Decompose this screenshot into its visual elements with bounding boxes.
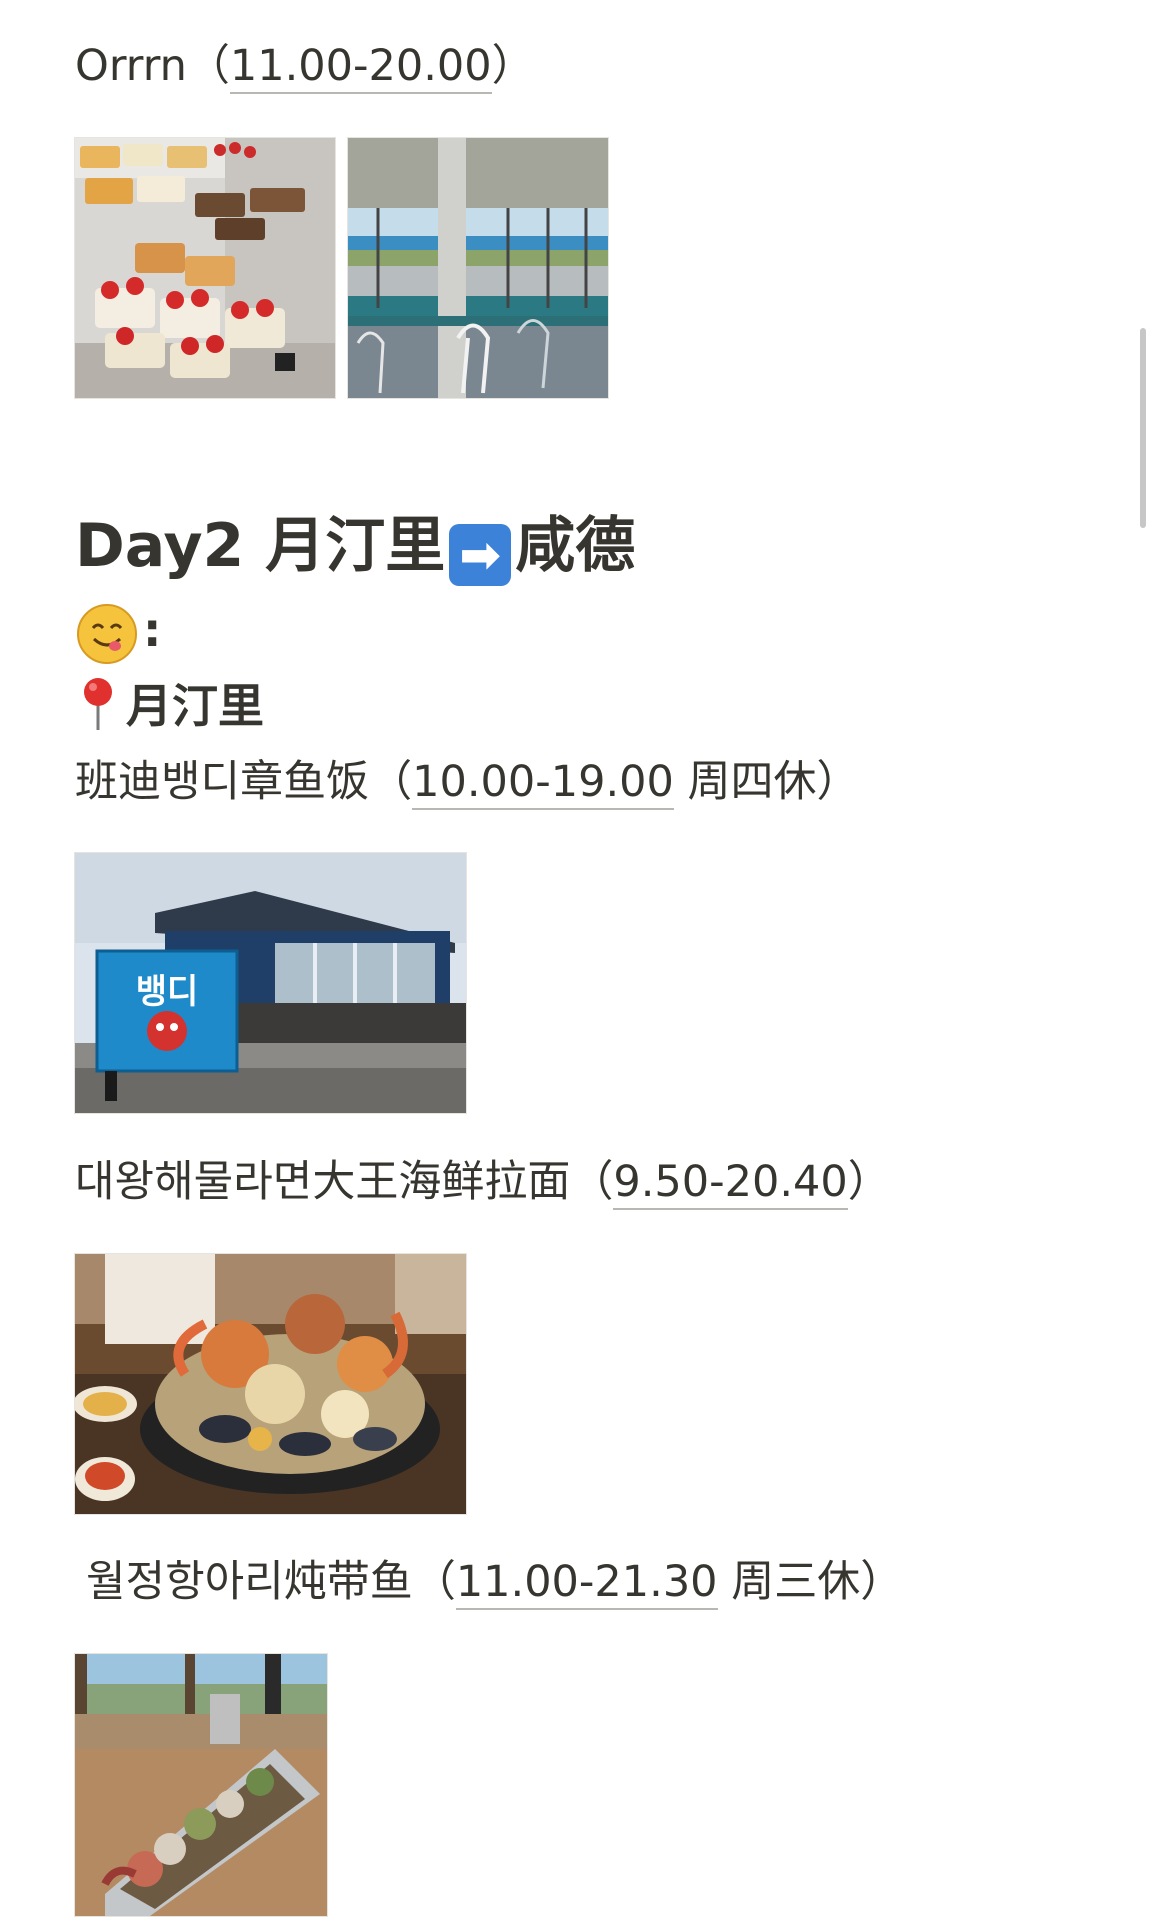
restaurant-name: 대왕해물라면大王海鲜拉面 [75,1157,571,1207]
yum-face-icon [77,603,137,664]
right-arrow-icon: ➡ [449,524,512,586]
bbangdi-restaurant-exterior-photo[interactable]: 뱅디 [74,852,467,1114]
orrrn-name: Orrrn [75,41,187,91]
bbangdi-sign-text: 뱅디 [136,972,199,1012]
restaurant-note: 周三休 [717,1557,861,1607]
restaurant-hours[interactable]: 10.00-19.00 [412,757,674,810]
open-paren: （ [186,41,230,91]
dessert-display-photo[interactable] [74,137,336,399]
seafood-pot-image [75,1254,466,1514]
open-paren: （ [570,1157,614,1207]
round-pushpin-icon [84,678,112,730]
hairtail-stew-image [75,1654,327,1916]
dessert-display-image [75,138,335,398]
restaurant-name: 班迪뱅디章鱼饭 [75,757,370,807]
close-paren: ） [491,41,535,91]
close-paren: ） [847,1157,891,1207]
restaurant-name: 월정항아리炖带鱼 [86,1557,413,1607]
location-name: 月汀里 [126,679,264,733]
day2-heading-suffix: 咸德 [515,511,636,581]
open-paren: （ [412,1557,456,1607]
ocean-view-cafe-image [348,138,608,398]
day2-heading: Day2 月汀里 ➡ 咸德 [75,508,635,586]
location-heading: 月汀里 [80,676,264,736]
restaurant-hours[interactable]: 9.50-20.40 [613,1157,848,1210]
restaurant-entry-2: 대왕해물라면大王海鲜拉面（9.50-20.40） [75,1154,891,1210]
close-paren: ） [816,757,860,807]
seafood-pot-photo[interactable] [74,1253,467,1515]
ocean-view-cafe-photo[interactable] [347,137,609,399]
food-label-colon: : [143,603,162,657]
day2-heading-prefix: Day2 月汀里 [75,511,446,581]
orrrn-hours[interactable]: 11.00-20.00 [229,41,492,94]
hairtail-stew-photo[interactable] [74,1653,328,1917]
orrrn-entry: Orrrn（11.00-20.00） [75,38,535,94]
restaurant-hours[interactable]: 11.00-21.30 [455,1557,718,1610]
food-label: : [77,600,161,664]
scrollbar[interactable] [1140,328,1146,528]
open-paren: （ [369,757,413,807]
restaurant-note: 周四休 [673,757,817,807]
restaurant-entry-3: 월정항아리炖带鱼（11.00-21.30 周三休） [86,1554,903,1610]
close-paren: ） [860,1557,904,1607]
restaurant-entry-1: 班迪뱅디章鱼饭（10.00-19.00 周四休） [75,754,860,810]
bbangdi-restaurant-exterior-image: 뱅디 [75,853,466,1113]
